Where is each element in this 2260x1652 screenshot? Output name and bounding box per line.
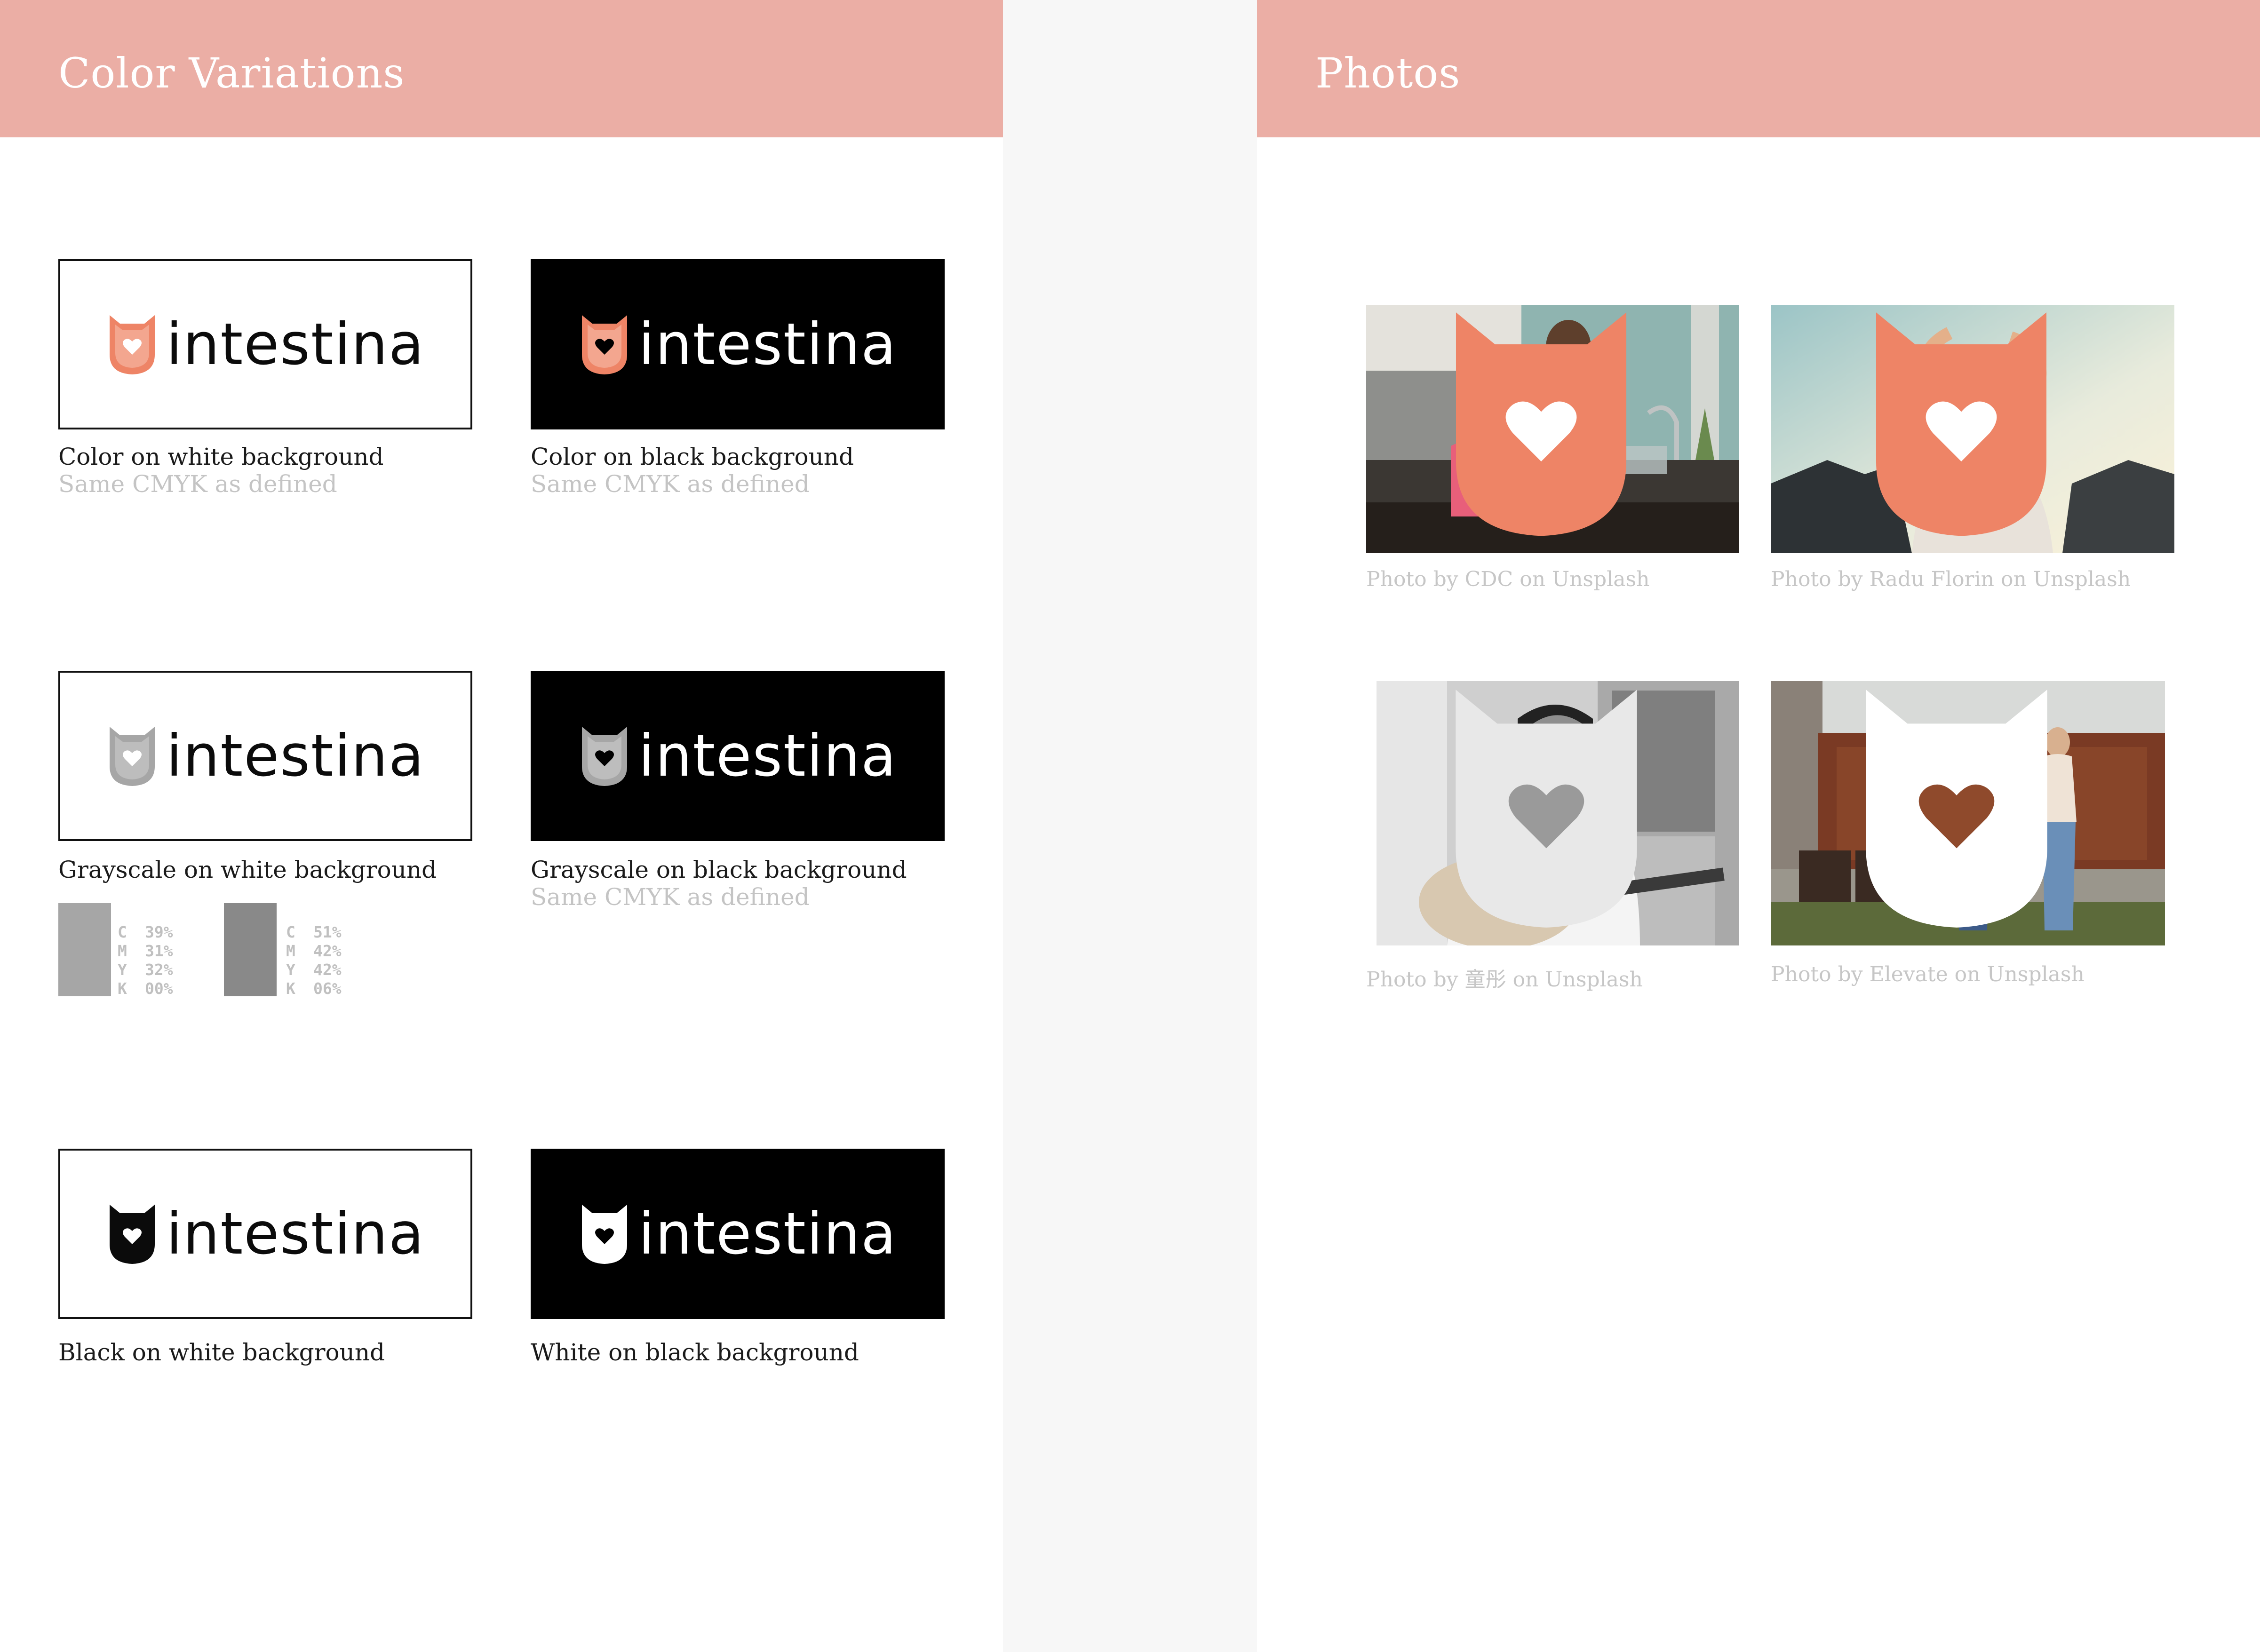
wordmark: intestina [638, 311, 897, 378]
photos-panel: Photos Photo by CDC on Unsplash Photo by… [1257, 0, 2260, 1652]
wordmark: intestina [166, 1200, 425, 1267]
gray-swatch-light [58, 903, 111, 996]
cmyk-values-dark: C 51% M 42% Y 42% K 06% [286, 923, 342, 998]
wordmark: intestina [166, 723, 425, 789]
shield-heart-icon [1456, 312, 1627, 536]
wordmark: intestina [638, 723, 897, 789]
photo-credit: Photo by 童彤 on Unsplash [1366, 968, 1643, 992]
variation-subcaption: Same CMYK as defined [58, 470, 337, 498]
variation-caption: White on black background [531, 1339, 859, 1366]
color-variations-title: Color Variations [58, 49, 405, 97]
shield-heart-icon [582, 315, 628, 374]
shield-heart-icon [1456, 690, 1637, 928]
variation-caption: Black on white background [58, 1339, 385, 1366]
variation-caption: Color on white background [58, 443, 384, 470]
photo-credit: Photo by Radu Florin on Unsplash [1771, 567, 2131, 591]
color-variations-panel: Color Variations intestina Color on whit… [0, 0, 1003, 1652]
color-variations-header: Color Variations [0, 0, 1003, 137]
logo-black-on-white: intestina [58, 1149, 472, 1319]
shield-heart-icon [110, 1205, 155, 1264]
variation-caption: Color on black background [531, 443, 854, 470]
logo-grayscale-on-white: intestina [58, 671, 472, 841]
shield-heart-icon [110, 727, 155, 786]
shield-heart-icon [582, 1205, 628, 1264]
shield-heart-icon [582, 727, 628, 786]
shield-heart-icon [1876, 312, 2047, 536]
logo-color-on-black: intestina [531, 259, 945, 429]
variation-subcaption: Same CMYK as defined [531, 470, 810, 498]
variation-caption: Grayscale on black background [531, 856, 907, 883]
wordmark: intestina [638, 1200, 897, 1267]
gray-swatch-dark [224, 903, 277, 996]
photo-guitar [1377, 681, 1739, 945]
cmyk-values-light: C 39% M 31% Y 32% K 00% [118, 923, 173, 998]
photo-credit: Photo by Elevate on Unsplash [1771, 962, 2085, 986]
variation-subcaption: Same CMYK as defined [531, 883, 810, 911]
photo-woman-sunlight [1771, 305, 2174, 553]
shield-heart-icon [110, 315, 155, 374]
logo-grayscale-on-black: intestina [531, 671, 945, 841]
wordmark: intestina [166, 311, 425, 378]
logo-color-on-white: intestina [58, 259, 472, 429]
photos-title: Photos [1315, 49, 1461, 97]
logo-white-on-black: intestina [531, 1149, 945, 1319]
photos-header: Photos [1257, 0, 2260, 137]
variation-caption: Grayscale on white background [58, 856, 437, 883]
photo-kitchen [1366, 305, 1739, 553]
photo-credit: Photo by CDC on Unsplash [1366, 567, 1650, 591]
photo-rooftop [1771, 681, 2165, 945]
shield-heart-icon [1866, 690, 2047, 928]
